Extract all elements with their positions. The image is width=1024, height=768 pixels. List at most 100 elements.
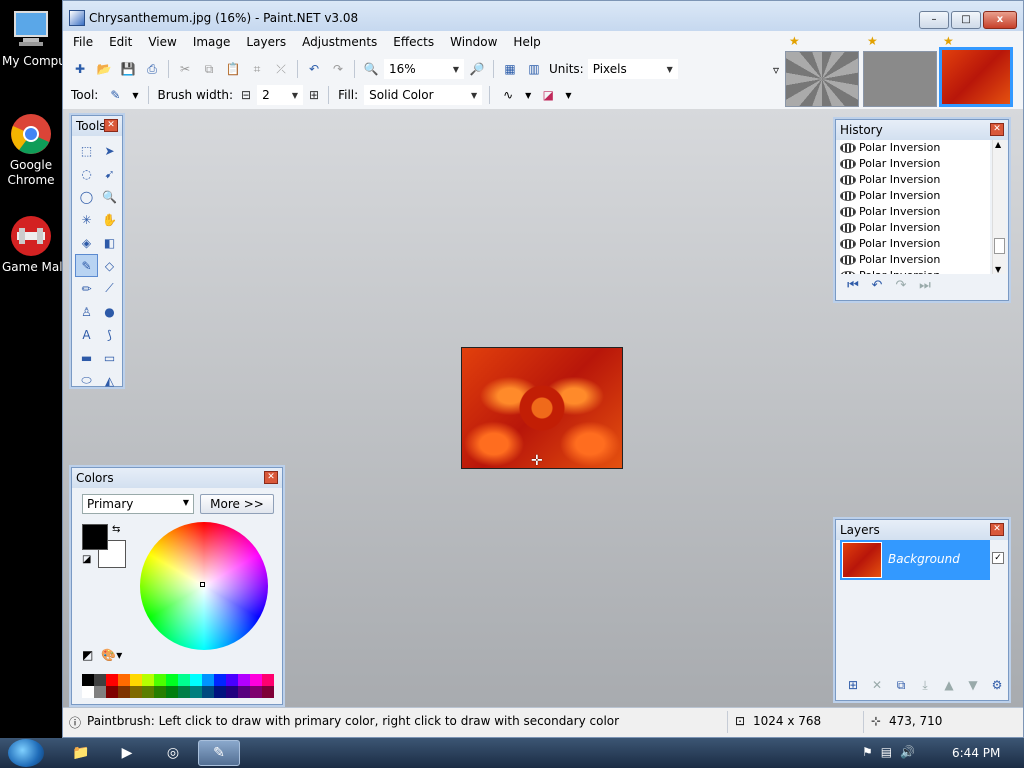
action-center-icon[interactable]: ⚑ [862,745,873,759]
more-colors-button[interactable]: More >> [200,494,274,514]
zoom-combo[interactable]: 16% ▼ [384,59,464,79]
close-icon[interactable]: ✕ [990,123,1004,136]
desktop-icon-google-chrome[interactable]: Google Chrome [0,112,62,188]
delete-layer-icon[interactable]: ✕ [868,678,886,696]
brush-width-combo[interactable]: 2 ▼ [257,85,304,105]
chevron-down-icon[interactable]: ▼ [523,91,533,100]
palette-swatch[interactable] [82,686,94,698]
paste-icon[interactable]: 📋 [222,59,244,79]
duplicate-layer-icon[interactable]: ⧉ [892,678,910,696]
move-layer-down-icon[interactable]: ▼ [964,678,982,696]
history-scrollbar[interactable]: ▲ ▼ [992,140,1006,274]
rectangle-icon[interactable]: ▬ [75,346,98,369]
palette-swatch[interactable] [130,674,142,686]
rewind-icon[interactable]: ⏮ [844,278,862,296]
rounded-rectangle-icon[interactable]: ▭ [98,346,121,369]
zoom-icon[interactable]: 🔍 [98,185,121,208]
decrease-width-icon[interactable]: ⊟ [239,85,253,105]
image-canvas[interactable] [461,347,623,469]
paint-bucket-icon[interactable]: ◈ [75,231,98,254]
fast-forward-icon[interactable]: ⏭ [916,278,934,296]
redo-icon[interactable]: ↷ [892,278,910,296]
media-player-taskbar-icon[interactable]: ▶ [106,740,148,766]
history-item[interactable]: Polar Inversion [840,268,990,274]
recolor-icon[interactable]: ● [98,300,121,323]
desktop-icon-my-computer[interactable]: My Compu [0,8,62,69]
pan-icon[interactable]: ✋ [98,208,121,231]
palette-swatch[interactable] [238,674,250,686]
print-icon[interactable]: ⎙ [141,59,163,79]
redo-icon[interactable]: ↷ [327,59,349,79]
image-thumbnail-1[interactable] [785,51,859,107]
deselect-icon[interactable]: ⤫ [270,59,292,79]
palette-swatch[interactable] [238,686,250,698]
copy-icon[interactable]: ⧉ [198,59,220,79]
paintbrush-icon[interactable]: ✎ [104,85,126,105]
ellipse-icon[interactable]: ⬭ [75,369,98,392]
zoom-out-icon[interactable]: 🔍 [360,59,382,79]
history-item[interactable]: Polar Inversion [840,252,990,268]
move-selection-icon[interactable]: ➤ [98,139,121,162]
zoom-in-icon[interactable]: 🔎 [466,59,488,79]
merge-layer-icon[interactable]: ⤓ [916,678,934,696]
clone-stamp-icon[interactable]: ♙ [75,300,98,323]
tools-palette-header[interactable]: Tools ✕ [72,116,122,136]
lasso-select-icon[interactable]: ◌ [75,162,98,185]
menu-adjustments[interactable]: Adjustments [296,31,383,53]
rectangle-select-icon[interactable]: ⬚ [75,139,98,162]
menu-file[interactable]: File [67,31,99,53]
grid-icon[interactable]: ▦ [499,59,521,79]
palette-swatch[interactable] [142,674,154,686]
fill-combo[interactable]: Solid Color ▼ [364,85,483,105]
history-item[interactable]: Polar Inversion [840,220,990,236]
chrome-taskbar-icon[interactable]: ◎ [152,740,194,766]
palette-swatch[interactable] [166,686,178,698]
save-icon[interactable]: 💾 [117,59,139,79]
palette-swatch[interactable] [250,686,262,698]
close-icon[interactable]: ✕ [104,119,118,132]
chevron-down-icon[interactable]: ▼ [130,91,140,100]
palette-swatch[interactable] [94,686,106,698]
chevron-down-icon[interactable]: ▼ [563,91,573,100]
palette-swatch[interactable] [226,686,238,698]
history-item[interactable]: Polar Inversion [840,236,990,252]
palette-swatch[interactable] [118,686,130,698]
pencil-icon[interactable]: ✏ [75,277,98,300]
paintnet-taskbar-icon[interactable]: ✎ [198,740,240,766]
palette-swatch[interactable] [190,686,202,698]
move-selected-icon[interactable]: ➹ [98,162,121,185]
scroll-up-icon[interactable]: ▲ [995,140,1001,149]
swap-colors-icon[interactable]: ⇆ [112,524,120,535]
title-bar[interactable]: Chrysanthemum.jpg (16%) - Paint.NET v3.0… [63,1,1023,35]
scrollbar-thumb[interactable] [994,238,1005,254]
menu-effects[interactable]: Effects [387,31,440,53]
palette-swatch[interactable] [262,674,274,686]
add-layer-icon[interactable]: ⊞ [844,678,862,696]
palette-swatch[interactable] [226,674,238,686]
layer-row[interactable]: Background [840,540,990,580]
network-icon[interactable]: ▤ [881,745,892,759]
close-icon[interactable]: ✕ [990,523,1004,536]
undo-icon[interactable]: ↶ [303,59,325,79]
add-to-palette-icon[interactable]: ◩ [82,648,93,662]
palette-swatch[interactable] [214,686,226,698]
palette-swatch[interactable] [190,674,202,686]
menu-edit[interactable]: Edit [103,31,138,53]
menu-view[interactable]: View [142,31,182,53]
primary-color-swatch[interactable] [82,524,108,550]
gradient-icon[interactable]: ◧ [98,231,121,254]
magic-wand-icon[interactable]: ✳ [75,208,98,231]
palette-swatch[interactable] [262,686,274,698]
ruler-icon[interactable]: ▥ [523,59,545,79]
cut-icon[interactable]: ✂ [174,59,196,79]
units-combo[interactable]: Pixels ▼ [587,59,678,79]
palette-swatch[interactable] [154,674,166,686]
palette-swatch[interactable] [214,674,226,686]
palette-swatch[interactable] [106,686,118,698]
history-item[interactable]: Polar Inversion [840,204,990,220]
palette-swatch[interactable] [178,674,190,686]
palette-swatch[interactable] [82,674,94,686]
primary-secondary-select[interactable]: Primary ▼ [82,494,194,514]
increase-width-icon[interactable]: ⊞ [307,85,321,105]
palette-swatch[interactable] [118,674,130,686]
